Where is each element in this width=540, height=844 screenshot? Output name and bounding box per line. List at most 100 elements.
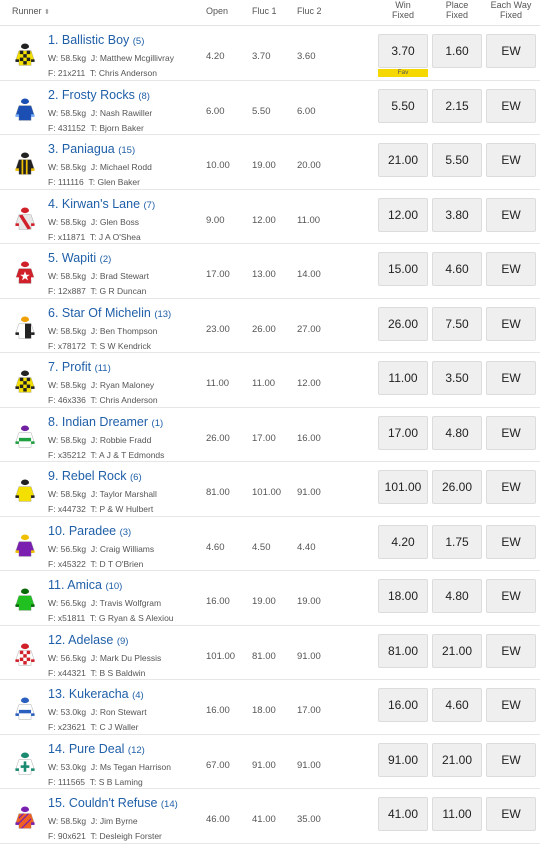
trainer: T: G R Duncan [90, 286, 147, 296]
fluc1-price: 41.00 [252, 814, 276, 825]
place-fixed-button[interactable]: 1.60 [432, 34, 482, 68]
place-fixed-button[interactable]: 4.60 [432, 688, 482, 722]
win-fixed-button[interactable]: 15.00 [378, 252, 428, 286]
open-price: 23.00 [206, 323, 230, 335]
win-fixed-button[interactable]: 4.20 [378, 524, 428, 559]
fluc2-price: 16.00 [297, 432, 321, 444]
each-way-button[interactable]: EW [486, 688, 536, 722]
runner-name-link[interactable]: 10. Paradee (3) [48, 524, 131, 538]
place-fixed-button[interactable]: 2.15 [432, 88, 482, 123]
ew-header-line1: Each Way [490, 0, 532, 10]
each-way-button[interactable]: EW [486, 470, 536, 504]
open-price: 17.00 [206, 269, 230, 280]
runner-header[interactable]: Runner ⬍ [12, 6, 50, 16]
jockey: J: Jim Byrne [90, 816, 138, 826]
open-price: 67.00 [206, 759, 230, 771]
win-fixed-button[interactable]: 81.00 [378, 633, 428, 668]
place-fixed-button[interactable]: 26.00 [432, 470, 482, 504]
runner-name-link[interactable]: 4. Kirwan's Lane (7) [48, 197, 155, 211]
runner-name-link[interactable]: 2. Frosty Rocks (8) [48, 88, 150, 102]
runner-name-link[interactable]: 9. Rebel Rock (6) [48, 469, 142, 483]
sort-icon: ⬍ [44, 9, 50, 16]
place-fixed-header[interactable]: Place Fixed [432, 0, 482, 20]
open-price: 9.00 [206, 214, 225, 226]
place-fixed-button[interactable]: 4.80 [432, 579, 482, 613]
runner-name-link[interactable]: 1. Ballistic Boy (5) [48, 33, 144, 47]
jockey-silks-icon [12, 313, 38, 343]
place-fixed-button[interactable]: 3.50 [432, 361, 482, 395]
place-fixed-button[interactable]: 7.50 [432, 306, 482, 341]
each-way-button[interactable]: EW [486, 197, 536, 232]
fluc1-price: 17.00 [252, 432, 276, 444]
barrier-draw: (6) [130, 472, 142, 483]
runner-row: 10. Paradee (3) W: 56.5kg J: Craig Willia… [0, 517, 540, 571]
place-fixed-button[interactable]: 11.00 [432, 797, 482, 831]
form: F: x44321 [48, 667, 86, 678]
win-fixed-button[interactable]: 26.00 [378, 306, 428, 341]
win-fixed-button[interactable]: 17.00 [378, 415, 428, 450]
win-fixed-button[interactable]: 16.00 [378, 688, 428, 722]
jockey: J: Taylor Marshall [90, 489, 157, 499]
runner-list: 1. Ballistic Boy (5) W: 58.5kg J: Matthew… [0, 26, 540, 844]
each-way-button[interactable]: EW [486, 633, 536, 668]
win-fixed-header[interactable]: Win Fixed [378, 0, 428, 20]
runner-name-link[interactable]: 11. Amica (10) [48, 578, 122, 592]
place-fixed-button[interactable]: 3.80 [432, 197, 482, 232]
win-fixed-button[interactable]: 3.70 [378, 34, 428, 68]
runner-name-link[interactable]: 12. Adelase (9) [48, 633, 128, 647]
each-way-button[interactable]: EW [486, 88, 536, 123]
place-fixed-button[interactable]: 21.00 [432, 633, 482, 668]
trainer: T: A J & T Edmonds [90, 449, 165, 460]
runner-name-link[interactable]: 15. Couldn't Refuse (14) [48, 796, 178, 810]
each-way-button[interactable]: EW [486, 742, 536, 777]
runner-name-link[interactable]: 3. Paniagua (15) [48, 142, 135, 156]
form-trainer-line: F: x44732 T: P & W Hulbert [48, 504, 153, 514]
weight: W: 58.5kg [48, 107, 87, 118]
place-fixed-button[interactable]: 4.60 [432, 252, 482, 286]
place-fixed-button[interactable]: 1.75 [432, 524, 482, 559]
win-fixed-button[interactable]: 12.00 [378, 197, 428, 232]
each-way-button[interactable]: EW [486, 797, 536, 831]
win-fixed-button[interactable]: 18.00 [378, 579, 428, 613]
place-fixed-button[interactable]: 21.00 [432, 742, 482, 777]
open-price: 81.00 [206, 487, 230, 498]
win-fixed-button[interactable]: 21.00 [378, 143, 428, 177]
win-fixed-button[interactable]: 41.00 [378, 797, 428, 831]
each-way-button[interactable]: EW [486, 34, 536, 68]
form-trainer-line: F: x78172 T: S W Kendrick [48, 341, 151, 351]
runner-name-link[interactable]: 13. Kukeracha (4) [48, 687, 144, 701]
runner-row: 7. Profit (11) W: 58.5kg J: Ryan Maloney F… [0, 353, 540, 408]
fluc1-price: 91.00 [252, 759, 276, 771]
each-way-button[interactable]: EW [486, 361, 536, 395]
runner-name: 10. Paradee [48, 523, 117, 538]
win-fixed-button[interactable]: 5.50 [378, 88, 428, 123]
fluc2-price: 27.00 [297, 323, 321, 335]
form-trainer-line: F: x35212 T: A J & T Edmonds [48, 450, 164, 460]
runner-row: 6. Star Of Michelin (13) W: 58.5kg J: Ben… [0, 299, 540, 353]
place-fixed-button[interactable]: 5.50 [432, 143, 482, 177]
trainer: T: G Ryan & S Alexiou [89, 613, 174, 623]
each-way-button[interactable]: EW [486, 524, 536, 559]
place-fixed-button[interactable]: 4.80 [432, 415, 482, 450]
each-way-button[interactable]: EW [486, 252, 536, 286]
each-way-button[interactable]: EW [486, 143, 536, 177]
weight: W: 58.5kg [48, 489, 87, 499]
form-trainer-line: F: 431152 T: Bjorn Baker [48, 123, 144, 133]
weight: W: 56.5kg [48, 652, 87, 663]
each-way-button[interactable]: EW [486, 415, 536, 450]
jockey: J: Michael Rodd [90, 162, 152, 172]
win-fixed-button[interactable]: 11.00 [378, 361, 428, 395]
win-fixed-button[interactable]: 101.00 [378, 470, 428, 504]
fluc2-price: 19.00 [297, 596, 321, 607]
each-way-button[interactable]: EW [486, 579, 536, 613]
weight-jockey-line: W: 56.5kg J: Mark Du Plessis [48, 653, 161, 663]
runner-name-link[interactable]: 7. Profit (11) [48, 360, 111, 374]
runner-name-link[interactable]: 14. Pure Deal (12) [48, 742, 145, 756]
fluc1-header: Fluc 1 [252, 6, 277, 16]
each-way-button[interactable]: EW [486, 306, 536, 341]
win-fixed-button[interactable]: 91.00 [378, 742, 428, 777]
runner-name-link[interactable]: 8. Indian Dreamer (1) [48, 415, 163, 429]
form-trainer-line: F: x23621 T: C J Waller [48, 722, 138, 732]
runner-name-link[interactable]: 6. Star Of Michelin (13) [48, 306, 171, 320]
runner-name-link[interactable]: 5. Wapiti (2) [48, 251, 111, 265]
